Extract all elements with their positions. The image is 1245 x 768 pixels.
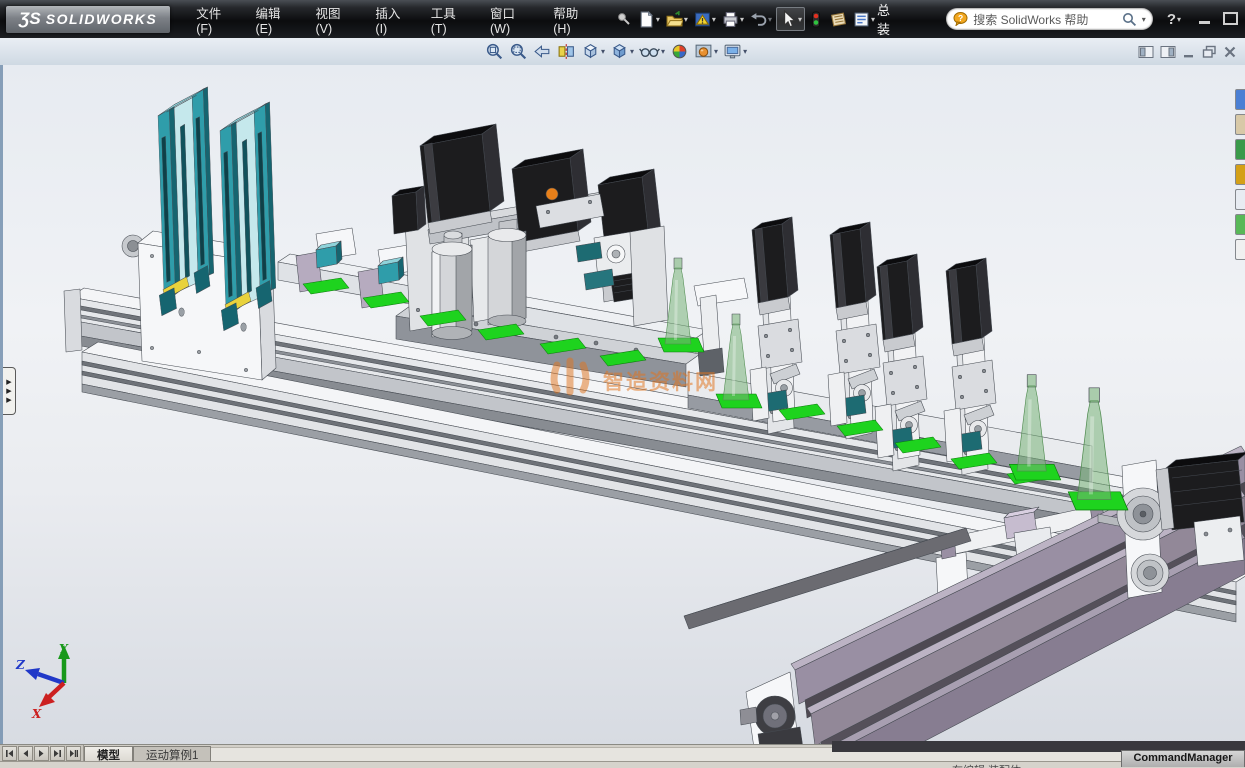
- viewport-3d-model[interactable]: [0, 65, 1245, 745]
- forum-icon[interactable]: [1235, 239, 1245, 260]
- flyout-arrow-icon: ▶: [6, 397, 11, 404]
- help-menu-button[interactable]: ? ▾: [1167, 11, 1181, 28]
- maximize-button[interactable]: [1221, 12, 1239, 26]
- featuremanager-flyout-tab[interactable]: ▶ ▶ ▶: [3, 367, 16, 415]
- view-orientation-icon[interactable]: ▾: [580, 41, 606, 62]
- help-balloon-icon: ?: [953, 12, 968, 26]
- search-input[interactable]: 搜索 SolidWorks 帮助: [973, 11, 1088, 28]
- logo-mark: ƷS: [19, 9, 41, 29]
- undo-icon[interactable]: ▾: [748, 9, 774, 30]
- display-style-icon[interactable]: ▾: [609, 41, 635, 62]
- search-icon[interactable]: [1122, 12, 1137, 27]
- graphics-viewport[interactable]: ▶ ▶ ▶ 智造资料网 Y Z X: [0, 65, 1245, 745]
- hide-show-items-icon[interactable]: ▾: [638, 41, 666, 62]
- menu-tools[interactable]: 工具(T): [421, 0, 480, 41]
- menu-file[interactable]: 文件(F): [186, 0, 245, 41]
- feeder-station[interactable]: [122, 87, 276, 380]
- menu-view[interactable]: 视图(V): [305, 0, 365, 41]
- apply-scene-icon[interactable]: ▾: [693, 41, 719, 62]
- design-library-icon[interactable]: [1235, 114, 1245, 135]
- logo-name: SOLIDWORKS: [46, 11, 157, 27]
- tab-scroll-buttons: [0, 745, 84, 762]
- appearances-icon[interactable]: [1235, 189, 1245, 210]
- previous-view-icon[interactable]: [532, 41, 553, 62]
- pane-left-icon[interactable]: [1138, 45, 1154, 59]
- window-controls: [1195, 12, 1239, 26]
- pane-right-icon[interactable]: [1160, 45, 1176, 59]
- magazine-tower[interactable]: [158, 87, 214, 316]
- new-document-icon[interactable]: ▾: [636, 9, 662, 30]
- press-station[interactable]: [944, 258, 996, 475]
- tab-scroll-last-icon[interactable]: [50, 746, 65, 761]
- flyout-arrow-icon: ▶: [6, 388, 11, 395]
- pin-icon[interactable]: [614, 9, 634, 29]
- resources-icon[interactable]: [1235, 89, 1245, 110]
- minimize-doc-icon[interactable]: [1182, 45, 1196, 59]
- status-editing-text: 在编辑 装配体: [952, 762, 1021, 768]
- close-doc-icon[interactable]: [1223, 45, 1237, 59]
- section-view-icon[interactable]: [556, 41, 577, 62]
- tab-scroll-prev-icon[interactable]: [18, 746, 33, 761]
- palette-icon[interactable]: [1235, 164, 1245, 185]
- tab-scroll-first-icon[interactable]: [2, 746, 17, 761]
- file-explorer-icon[interactable]: [1235, 139, 1245, 160]
- magazine-tower[interactable]: [220, 102, 276, 331]
- print-icon[interactable]: ▾: [720, 9, 746, 30]
- axis-z-label: Z: [15, 658, 26, 672]
- help-caret-icon: ▾: [1177, 15, 1181, 24]
- svg-text:?: ?: [958, 13, 963, 23]
- zoom-area-icon[interactable]: [508, 41, 529, 62]
- menu-bar: 文件(F) 编辑(E) 视图(V) 插入(I) 工具(T) 窗口(W) 帮助(H…: [186, 0, 604, 41]
- tab-model[interactable]: 模型: [84, 746, 133, 762]
- quick-toolbar: ▾ ▾ ▾ ▾ ▾ ▾ ▾: [614, 7, 877, 31]
- restore-doc-icon[interactable]: [1202, 45, 1217, 59]
- green-bottle[interactable]: [1009, 375, 1061, 480]
- interference-lights-icon[interactable]: [807, 9, 825, 30]
- task-pane-strip: [1235, 89, 1245, 260]
- machine-assembly[interactable]: [64, 87, 1245, 745]
- search-caret-icon[interactable]: ▾: [1142, 15, 1146, 24]
- zoom-fit-icon[interactable]: [484, 41, 505, 62]
- solidworks-logo: ƷS SOLIDWORKS: [6, 6, 170, 33]
- save-icon[interactable]: ▾: [692, 9, 718, 30]
- press-station[interactable]: [828, 222, 880, 439]
- tab-motion-study[interactable]: 运动算例1: [133, 746, 211, 762]
- tab-scroll-next-icon[interactable]: [34, 746, 49, 761]
- menu-edit[interactable]: 编辑(E): [245, 0, 305, 41]
- document-window-controls: [1138, 45, 1237, 59]
- menu-window[interactable]: 窗口(W): [480, 0, 543, 41]
- tab-split-icon[interactable]: [66, 746, 81, 761]
- menu-insert[interactable]: 插入(I): [365, 0, 420, 41]
- select-arrow-icon[interactable]: ▾: [776, 7, 805, 31]
- custom-properties-icon[interactable]: [1235, 214, 1245, 235]
- document-title: 总装: [877, 0, 902, 38]
- open-icon[interactable]: ▾: [664, 9, 690, 30]
- flyout-arrow-icon: ▶: [6, 379, 11, 386]
- commandmanager-titlebar[interactable]: CommandManager: [1121, 750, 1245, 767]
- view-settings-icon[interactable]: ▾: [722, 41, 748, 62]
- minimize-button[interactable]: [1195, 12, 1213, 26]
- title-bar: ƷS SOLIDWORKS 文件(F) 编辑(E) 视图(V) 插入(I) 工具…: [0, 0, 1245, 38]
- edit-appearance-icon[interactable]: [669, 41, 690, 62]
- help-glyph: ?: [1167, 11, 1176, 28]
- search-box[interactable]: ? 搜索 SolidWorks 帮助 ▾: [946, 8, 1153, 30]
- heads-up-toolbar: ▾ ▾ ▾ ▾ ▾: [0, 38, 1245, 66]
- appearance-form-icon[interactable]: [827, 9, 849, 30]
- indicator-dot: [546, 188, 558, 200]
- orientation-triad: Y Z X: [12, 641, 96, 719]
- press-station[interactable]: [875, 254, 927, 471]
- axis-x-label: X: [31, 707, 42, 719]
- axis-y-label: Y: [59, 642, 69, 656]
- options-list-icon[interactable]: ▾: [851, 9, 877, 30]
- menu-help[interactable]: 帮助(H): [543, 0, 604, 41]
